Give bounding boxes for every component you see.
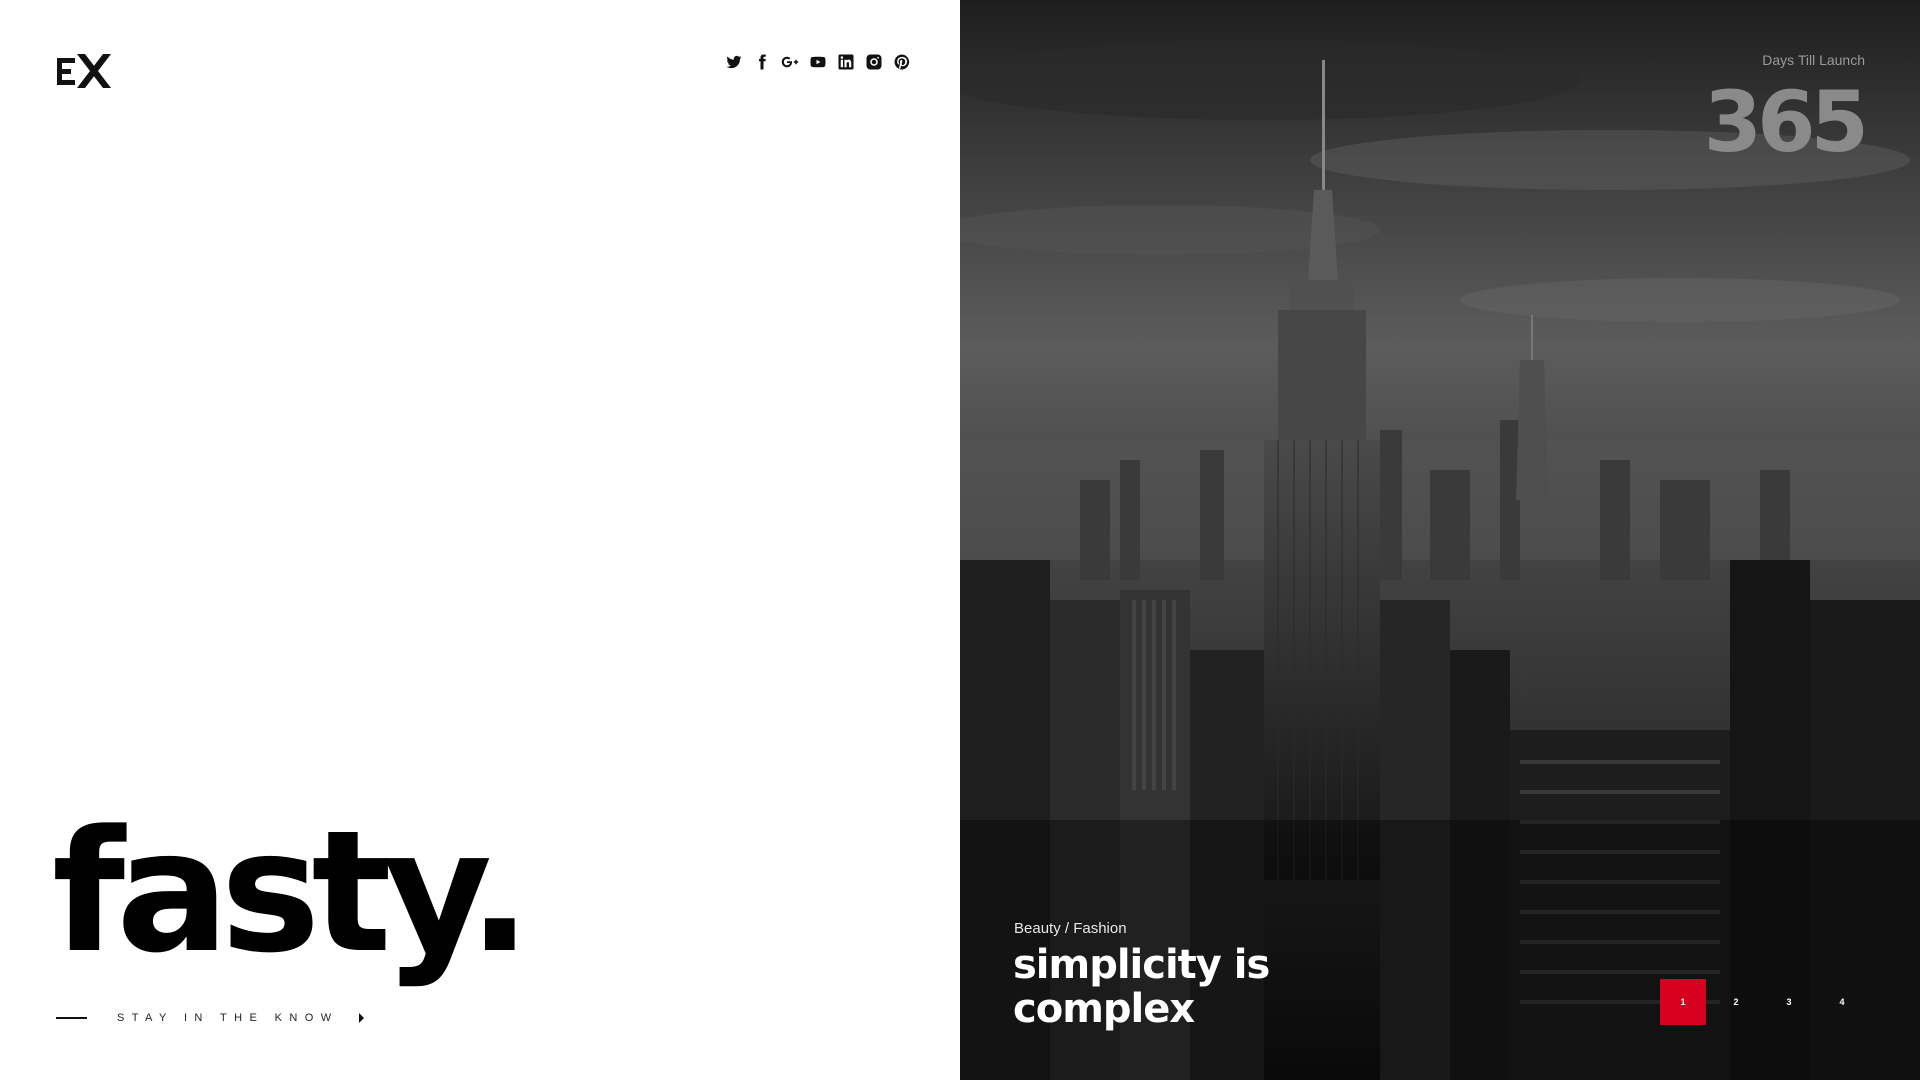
social-links bbox=[724, 52, 912, 72]
logo-icon bbox=[57, 54, 111, 88]
page-button-3[interactable]: 3 bbox=[1766, 979, 1812, 1025]
instagram-icon[interactable] bbox=[864, 52, 884, 72]
countdown-label: Days Till Launch bbox=[1762, 52, 1865, 68]
page-button-4[interactable]: 4 bbox=[1819, 979, 1865, 1025]
left-panel: fasty. STAY IN THE KNOW bbox=[0, 0, 960, 1080]
countdown-value: 365 bbox=[1703, 73, 1869, 171]
linkedin-icon[interactable] bbox=[836, 52, 856, 72]
pinterest-icon[interactable] bbox=[892, 52, 912, 72]
facebook-icon[interactable] bbox=[752, 52, 772, 72]
page-button-2[interactable]: 2 bbox=[1713, 979, 1759, 1025]
page-button-1[interactable]: 1 bbox=[1660, 979, 1706, 1025]
slide-pagination: 1 2 3 4 bbox=[1660, 979, 1872, 1025]
slide-category[interactable]: Beauty / Fashion bbox=[1014, 920, 1127, 937]
stay-in-the-know-link[interactable]: STAY IN THE KNOW bbox=[56, 1012, 364, 1024]
stay-in-the-know-label: STAY IN THE KNOW bbox=[117, 1012, 339, 1024]
logo[interactable] bbox=[55, 52, 115, 92]
youtube-icon[interactable] bbox=[808, 52, 828, 72]
twitter-icon[interactable] bbox=[724, 52, 744, 72]
divider-line bbox=[56, 1017, 87, 1019]
hero-image-panel: Days Till Launch 365 Beauty / Fashion si… bbox=[960, 0, 1920, 1080]
brand-title: fasty. bbox=[52, 794, 532, 990]
google-plus-icon[interactable] bbox=[780, 52, 800, 72]
arrow-right-icon bbox=[358, 1013, 364, 1023]
slide-headline: simplicity is complex bbox=[1013, 942, 1270, 1032]
